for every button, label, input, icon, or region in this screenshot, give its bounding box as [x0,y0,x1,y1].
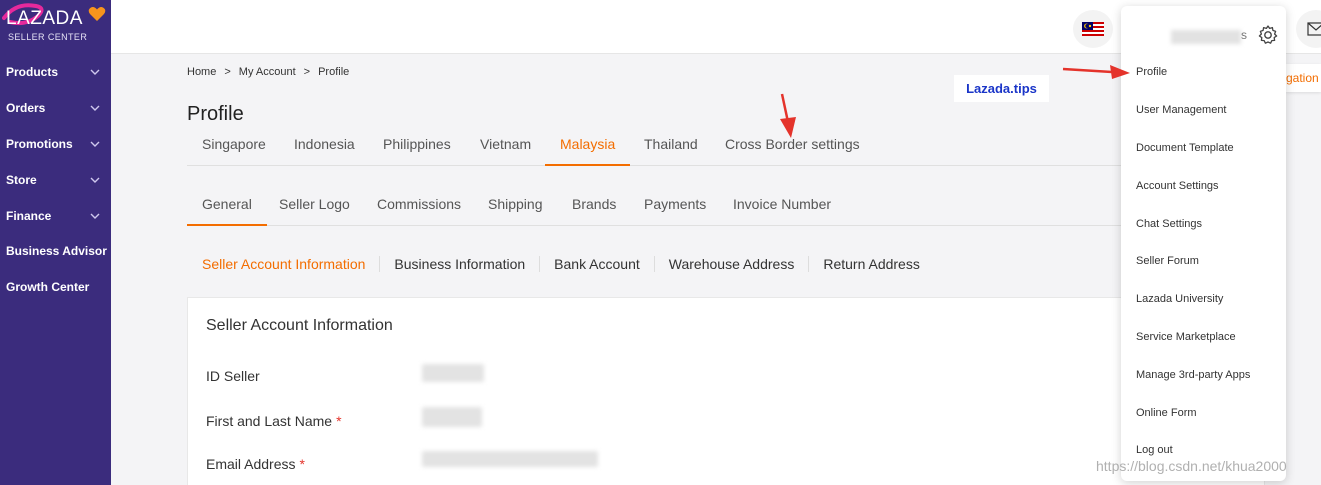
sidebar-item-label: Promotions [6,137,73,151]
subtab-business-information[interactable]: Business Information [380,256,541,272]
subtab-return-address[interactable]: Return Address [809,256,934,272]
breadcrumb-my-account[interactable]: My Account [239,66,296,78]
sidebar-item-label: Finance [6,209,52,223]
page-title: Profile [187,103,244,125]
gear-icon[interactable] [1257,24,1279,46]
tab-payments[interactable]: Payments [629,196,721,226]
account-username: s [1171,28,1247,44]
menu-item-manage-3rd-party-apps[interactable]: Manage 3rd-party Apps [1136,369,1250,381]
tab-shipping[interactable]: Shipping [473,196,558,226]
field-label-email: Email Address * [206,456,305,472]
malaysia-flag-icon [1082,22,1104,36]
tab-invoice-number[interactable]: Invoice Number [718,196,846,226]
sidebar-item-label: Business Advisor [6,244,107,258]
tab-general[interactable]: General [187,196,267,226]
chevron-down-icon [90,213,100,219]
menu-item-seller-forum[interactable]: Seller Forum [1136,255,1199,267]
sidebar-item-label: Growth Center [6,280,90,294]
subtab-seller-account-information[interactable]: Seller Account Information [187,256,381,272]
required-asterisk: * [336,413,342,429]
arrow-to-profile-icon [1062,65,1130,79]
field-label-name: First and Last Name * [206,413,342,429]
chevron-down-icon [90,141,100,147]
logo[interactable]: LAZADA SELLER CENTER [0,0,111,54]
subtab-warehouse-address[interactable]: Warehouse Address [655,256,810,272]
redacted-id-seller-value [422,364,484,382]
sidebar-item-business-advisor[interactable]: Business Advisor [0,236,111,266]
watermark: https://blog.csdn.net/khua2000 [1096,458,1287,474]
tab-brands[interactable]: Brands [557,196,631,226]
menu-item-service-marketplace[interactable]: Service Marketplace [1136,331,1236,343]
card-title: Seller Account Information [206,317,393,334]
tips-label: Lazada.tips [954,75,1049,102]
field-label-text: ID Seller [206,368,260,384]
field-label-text: Email Address [206,456,296,472]
breadcrumb-home[interactable]: Home [187,66,216,78]
field-label-id-seller: ID Seller [206,368,260,384]
sidebar-item-products[interactable]: Products [0,57,111,87]
menu-item-online-form[interactable]: Online Form [1136,407,1197,419]
breadcrumb: Home > My Account > Profile [187,66,357,78]
tab-cross-border-settings[interactable]: Cross Border settings [710,136,875,166]
tab-vietnam[interactable]: Vietnam [465,136,546,166]
account-dropdown-menu: s Profile User Management Document Templ… [1121,6,1286,481]
menu-item-log-out[interactable]: Log out [1136,444,1173,456]
tab-philippines[interactable]: Philippines [368,136,466,166]
menu-item-chat-settings[interactable]: Chat Settings [1136,218,1202,230]
tab-indonesia[interactable]: Indonesia [279,136,370,166]
tab-seller-logo[interactable]: Seller Logo [264,196,365,226]
navigation-peek-text[interactable]: gation [1286,64,1321,92]
sub-tabs: Seller Account Information Business Info… [187,254,934,274]
seller-account-card: Seller Account Information ID Seller Fir… [187,297,1265,485]
section-tabs: General Seller Logo Commissions Shipping… [187,190,1122,226]
chevron-down-icon [90,69,100,75]
sidebar-item-growth-center[interactable]: Growth Center [0,272,111,302]
breadcrumb-separator: > [224,66,231,78]
sidebar-item-orders[interactable]: Orders [0,93,111,123]
sidebar-item-finance[interactable]: Finance [0,201,111,231]
sidebar-item-label: Products [6,65,59,79]
sidebar-item-label: Store [6,173,37,187]
tab-singapore[interactable]: Singapore [187,136,281,166]
country-switch-button[interactable] [1073,10,1113,48]
username-suffix: s [1241,28,1247,42]
menu-item-user-management[interactable]: User Management [1136,104,1227,116]
redacted-username [1171,30,1241,44]
tab-malaysia[interactable]: Malaysia [545,136,631,166]
menu-item-account-settings[interactable]: Account Settings [1136,180,1219,192]
required-asterisk: * [299,456,305,472]
menu-item-lazada-university[interactable]: Lazada University [1136,293,1223,305]
subtab-bank-account[interactable]: Bank Account [540,256,655,272]
country-tabs: Singapore Indonesia Philippines Vietnam … [187,130,1122,166]
logo-subtitle: SELLER CENTER [8,32,88,42]
redacted-name-value [422,407,482,427]
menu-item-document-template[interactable]: Document Template [1136,142,1234,154]
breadcrumb-profile: Profile [318,66,350,78]
logo-text: LAZADA [6,8,83,29]
sidebar: LAZADA SELLER CENTER Products Orders Pro… [0,0,111,485]
field-label-text: First and Last Name [206,413,333,429]
sidebar-item-store[interactable]: Store [0,165,111,195]
sidebar-item-label: Orders [6,101,46,115]
lazada-heart-icon [88,7,106,21]
chevron-down-icon [90,177,100,183]
menu-item-profile[interactable]: Profile [1136,66,1167,78]
sidebar-item-promotions[interactable]: Promotions [0,129,111,159]
redacted-email-value [422,451,598,467]
mail-icon [1307,22,1321,36]
chevron-down-icon [90,105,100,111]
breadcrumb-separator: > [303,66,311,78]
tab-commissions[interactable]: Commissions [362,196,476,226]
tab-thailand[interactable]: Thailand [629,136,713,166]
